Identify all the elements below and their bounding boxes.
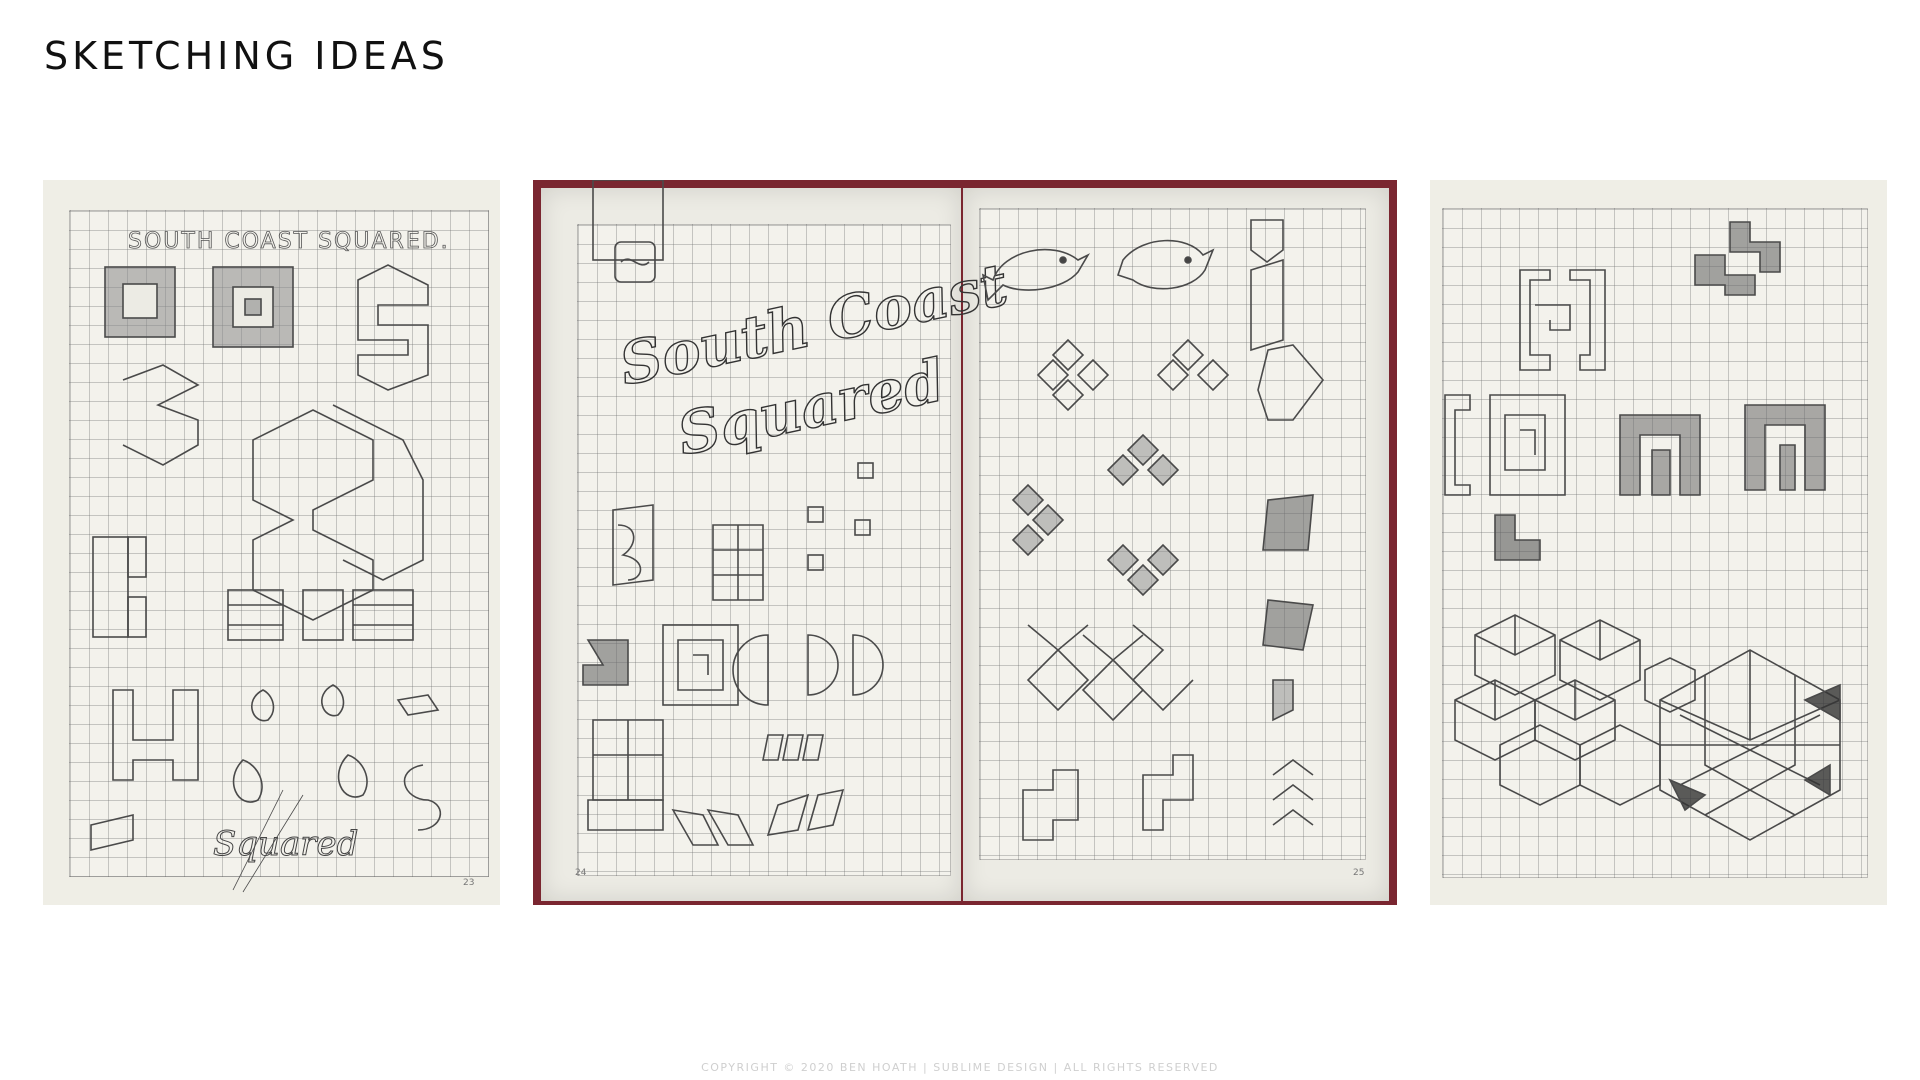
page-number-left: 24 (575, 868, 587, 878)
sketch-photo-left: SOUTH COAST SQUARED. Squared 23 (43, 180, 500, 905)
sketch-photo-center: South Coast Squared 24 25 (533, 180, 1397, 905)
pencil-sketches-left: SOUTH COAST SQUARED. Squared (90, 229, 450, 893)
page-number-right: 25 (1353, 868, 1365, 878)
copyright-footer: COPYRIGHT © 2020 BEN HOATH | SUBLIME DES… (701, 1061, 1219, 1074)
sketch-photo-right (1430, 180, 1887, 905)
page-title: SKETCHING IDEAS (44, 34, 449, 78)
sketch-script-word: Squared (213, 824, 358, 864)
page-number: 23 (463, 878, 475, 888)
pencil-sketches-center: South Coast Squared (582, 180, 1325, 846)
sketch-heading: SOUTH COAST SQUARED. (128, 229, 450, 254)
pencil-sketches-right (1444, 221, 1841, 841)
